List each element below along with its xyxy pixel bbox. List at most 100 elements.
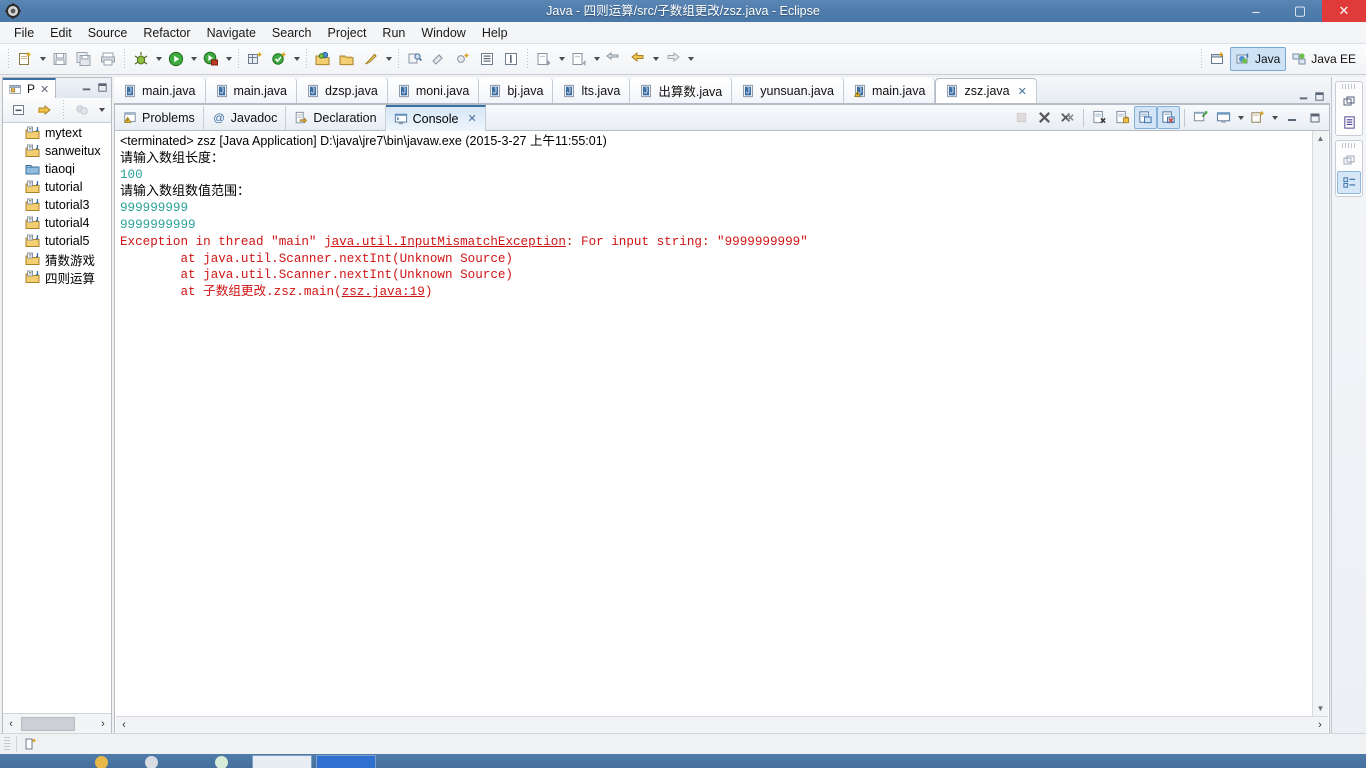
show-whitespace-icon[interactable] [475,47,499,71]
menu-item-window[interactable]: Window [413,24,473,42]
maximize-icon[interactable] [1303,106,1326,129]
toggle-mark-icon[interactable] [451,47,475,71]
menu-item-help[interactable]: Help [474,24,516,42]
drag-handle[interactable] [1342,143,1356,148]
link-with-editor-icon[interactable] [33,98,57,122]
editor-tab-main-java[interactable]: Jmain.java [114,78,206,103]
scroll-left-button[interactable]: ‹ [3,715,19,733]
close-button[interactable]: ✕ [1322,0,1366,22]
menu-item-navigate[interactable]: Navigate [199,24,264,42]
terminate-icon[interactable] [1010,106,1033,129]
view-tab-declaration[interactable]: Declaration [286,105,386,130]
run-external-tools-icon[interactable] [199,47,223,71]
console-output[interactable]: <terminated> zsz [Java Application] D:\j… [116,131,1313,716]
forward-icon[interactable] [661,47,685,71]
show-console-on-error-icon[interactable] [1157,106,1180,129]
perspective-javaee[interactable]: Java EE [1286,47,1362,71]
menu-item-source[interactable]: Source [80,24,136,42]
tree-item-tutorial5[interactable]: tutorial5 [3,232,111,250]
tree-item-tutorial3[interactable]: tutorial3 [3,196,111,214]
display-selected-console-icon[interactable] [1212,106,1235,129]
menu-item-run[interactable]: Run [374,24,413,42]
quick-fix-icon[interactable] [359,47,383,71]
dropdown-arrow-icon[interactable] [685,48,696,70]
task-list-icon[interactable] [1337,171,1361,194]
tree-item-四则运算[interactable]: 四则运算 [3,268,111,286]
minimize-icon[interactable] [80,81,93,94]
dropdown-arrow-icon[interactable] [556,48,567,70]
scroll-lock-icon[interactable] [1111,106,1134,129]
project-tree[interactable]: mytext sanweitux tiaoqi tutorial tutorial3 tu… [3,124,111,712]
minimize-icon[interactable] [1297,90,1310,103]
tree-item-tutorial[interactable]: tutorial [3,178,111,196]
menu-item-edit[interactable]: Edit [42,24,80,42]
scroll-right-button[interactable]: › [95,715,111,733]
dropdown-arrow-icon[interactable] [1269,107,1280,129]
restore-icon[interactable] [1338,91,1360,112]
maximize-button[interactable]: ▢ [1278,0,1322,22]
editor-tab-main-java[interactable]: Jmain.java [843,78,936,103]
tree-item-猜数游戏[interactable]: 猜数游戏 [3,250,111,268]
editor-tab-yunsuan-java[interactable]: Jyunsuan.java [732,78,844,103]
search-icon[interactable] [403,47,427,71]
clear-console-icon[interactable] [1088,106,1111,129]
tree-item-tutorial4[interactable]: tutorial4 [3,214,111,232]
link-editor-icon[interactable] [427,47,451,71]
console-line[interactable]: Exception in thread "main" java.util.Inp… [120,234,1313,251]
dropdown-arrow-icon[interactable] [188,48,199,70]
new-java-class-icon[interactable] [267,47,291,71]
dropdown-arrow-icon[interactable] [37,48,48,70]
close-icon[interactable]: ✕ [40,83,49,96]
close-icon[interactable]: ✕ [467,112,476,125]
outline-icon[interactable] [1338,112,1360,133]
new-java-project-icon[interactable] [243,47,267,71]
taskbar-active-window[interactable] [316,755,376,768]
open-perspective-icon[interactable] [1206,47,1230,71]
next-annotation-icon[interactable] [532,47,556,71]
view-tab-console[interactable]: Console ✕ [385,104,486,131]
minimize-button[interactable]: – [1234,0,1278,22]
remove-launch-icon[interactable] [1033,106,1056,129]
taskbar-app-3[interactable] [215,756,228,768]
scroll-down-button[interactable]: ▼ [1313,701,1328,716]
remove-all-launches-icon[interactable] [1056,106,1079,129]
minimize-icon[interactable] [1280,106,1303,129]
taskbar-app-1[interactable] [95,756,108,768]
open-console-icon[interactable] [1246,106,1269,129]
taskbar-eclipse-window[interactable] [252,755,312,768]
editor-tab-出算数-java[interactable]: J 出算数.java [630,78,733,103]
tree-item-tiaoqi[interactable]: tiaoqi [3,160,111,178]
editor-tab-bj-java[interactable]: Jbj.java [479,78,554,103]
view-tab-javadoc[interactable]: @ Javadoc [204,105,287,130]
debug-icon[interactable] [129,47,153,71]
tree-item-sanweitux[interactable]: sanweitux [3,142,111,160]
dropdown-arrow-icon[interactable] [650,48,661,70]
dropdown-arrow-icon[interactable] [591,48,602,70]
console-line[interactable]: at 子数组更改.zsz.main(zsz.java:19) [120,284,1313,301]
console-hscrollbar[interactable]: ‹ › [116,716,1328,733]
save-icon[interactable] [48,47,72,71]
editor-tab-main-java[interactable]: Jmain.java [205,78,297,103]
maximize-icon[interactable] [96,81,109,94]
taskbar-app-2[interactable] [145,756,158,768]
collapse-all-icon[interactable] [7,98,31,122]
editor-tab-zsz-java[interactable]: Jzsz.java ✕ [935,78,1037,103]
previous-annotation-icon[interactable] [567,47,591,71]
dropdown-arrow-icon[interactable] [1235,107,1246,129]
maximize-icon[interactable] [1313,90,1326,103]
print-icon[interactable] [96,47,120,71]
perspective-java[interactable]: Java [1229,47,1287,71]
scroll-up-button[interactable]: ▲ [1313,131,1328,146]
editor-tab-dzsp-java[interactable]: Jdzsp.java [297,78,388,103]
run-icon[interactable] [164,47,188,71]
new-wizard-icon[interactable] [13,47,37,71]
editor-tab-moni-java[interactable]: Jmoni.java [387,78,480,103]
dropdown-arrow-icon[interactable] [383,48,394,70]
package-explorer-hscrollbar[interactable]: ‹ › [3,713,111,734]
dropdown-arrow-icon[interactable] [291,48,302,70]
restore-icon[interactable] [1338,150,1360,171]
back-icon[interactable] [626,47,650,71]
menu-item-search[interactable]: Search [264,24,320,42]
close-icon[interactable]: ✕ [1018,85,1027,98]
last-edit-location-icon[interactable] [602,47,626,71]
